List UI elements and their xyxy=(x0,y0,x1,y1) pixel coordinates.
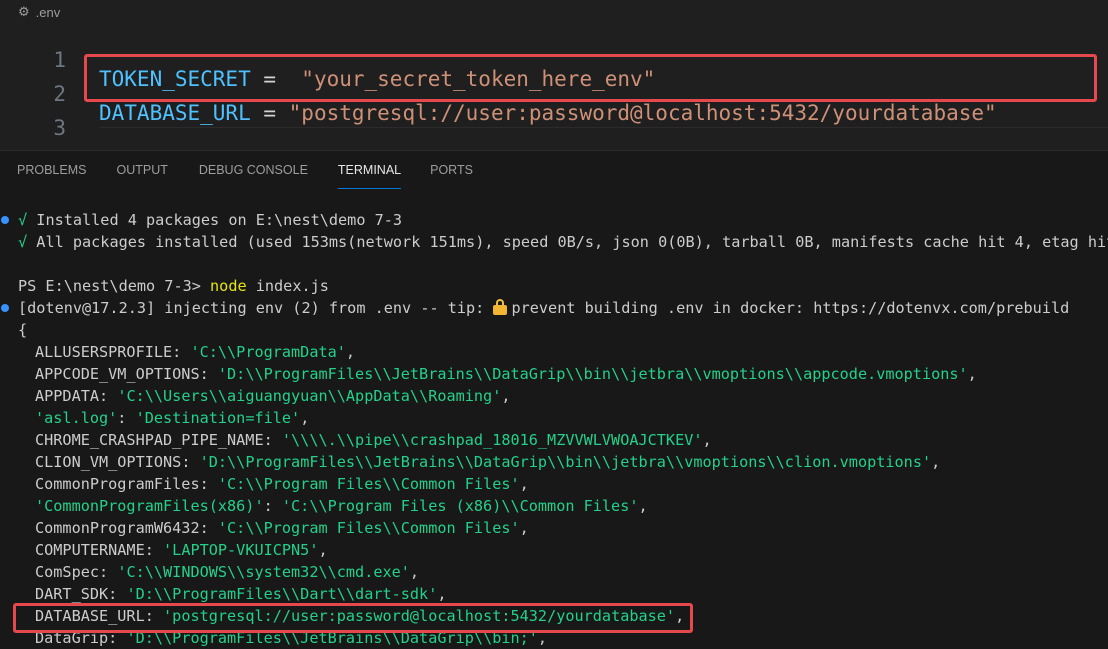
env-entry: CommonProgramFiles: 'C:\\Program Files\\… xyxy=(35,475,529,493)
tab-output[interactable]: OUTPUT xyxy=(116,151,167,187)
terminal-line: √ All packages installed (used 153ms(net… xyxy=(18,233,1108,251)
tab-problems[interactable]: PROBLEMS xyxy=(17,151,86,187)
panel-tabs: PROBLEMS OUTPUT DEBUG CONSOLE TERMINAL P… xyxy=(0,151,473,189)
current-line-highlight xyxy=(99,127,1108,150)
env-entry: DART_SDK: 'D:\\ProgramFiles\\Dart\\dart-… xyxy=(35,585,447,603)
code-line-1[interactable]: 1 TOKEN_SECRET = "your_secret_token_here… xyxy=(0,24,1108,91)
terminal-prompt-line: PS E:\nest\demo 7-3> node index.js xyxy=(18,275,329,297)
env-entry: CLION_VM_OPTIONS: 'D:\\ProgramFiles\\Jet… xyxy=(35,453,941,471)
env-entry: CHROME_CRASHPAD_PIPE_NAME: '\\\\.\\pipe\… xyxy=(35,431,712,449)
terminal-line: { xyxy=(18,321,28,339)
annotation-highlight-box xyxy=(84,54,1097,102)
env-entry: APPCODE_VM_OPTIONS: 'D:\\ProgramFiles\\J… xyxy=(35,365,977,383)
env-entry: ComSpec: 'C:\\WINDOWS\\system32\\cmd.exe… xyxy=(35,563,420,581)
env-entry: ALLUSERSPROFILE: 'C:\\ProgramData', xyxy=(35,343,356,361)
env-entry: COMPUTERNAME: 'LAPTOP-VKUICPN5', xyxy=(35,541,328,559)
tab-debug-console[interactable]: DEBUG CONSOLE xyxy=(199,151,308,187)
tab-terminal[interactable]: TERMINAL xyxy=(337,151,402,189)
terminal-line: √ Installed 4 packages on E:\nest\demo 7… xyxy=(18,211,403,229)
tab-ports[interactable]: PORTS xyxy=(430,151,473,187)
check-icon: √ xyxy=(18,233,28,251)
file-name: .env xyxy=(35,4,61,20)
editor-file-tab[interactable]: ⚙ .env xyxy=(0,0,60,24)
command: node xyxy=(210,277,247,295)
editor-pane[interactable]: ⚙ .env 1 TOKEN_SECRET = "your_secret_tok… xyxy=(0,0,1108,150)
check-icon: √ xyxy=(18,211,28,229)
env-entry: APPDATA: 'C:\\Users\\aiguangyuan\\AppDat… xyxy=(35,387,511,405)
env-entry: 'asl.log': 'Destination=file', xyxy=(35,409,310,427)
terminal-line: [dotenv@17.2.3] injecting env (2) from .… xyxy=(18,299,1070,317)
command-status-dot[interactable] xyxy=(1,304,9,312)
lock-icon xyxy=(493,299,508,315)
prompt: PS E:\nest\demo 7-3> xyxy=(18,277,211,295)
env-entry: CommonProgramW6432: 'C:\\Program Files\\… xyxy=(35,519,529,537)
gear-icon: ⚙ xyxy=(18,4,30,20)
env-entry: 'CommonProgramFiles(x86)': 'C:\\Program … xyxy=(35,497,648,515)
command-args: index.js xyxy=(246,277,329,295)
annotation-highlight-box xyxy=(13,603,693,633)
command-status-dot[interactable] xyxy=(1,216,9,224)
